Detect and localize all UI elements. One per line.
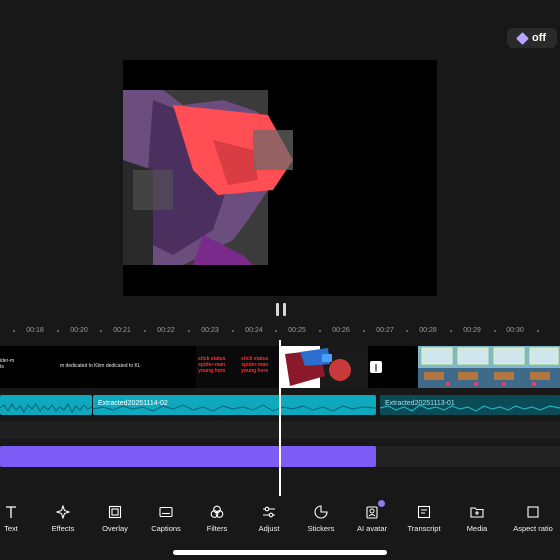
audio-waveform [93,404,376,412]
adjust-icon [263,506,275,518]
ruler-dot [363,330,365,332]
ruler-tick: 00:28 [419,327,437,334]
audio-clip[interactable]: Extracted20251113-01 [380,395,560,415]
video-clip-text[interactable]: ider-m ts m dedicated to Kbm dedicated t… [0,346,196,388]
preview-frame-image [123,90,293,265]
tool-label: Effects [51,524,75,533]
ruler-dot [406,330,408,332]
stickers-icon [314,505,328,519]
tool-stickers[interactable]: Stickers [302,505,340,533]
ruler-tick: 00:18 [26,327,44,334]
tool-adjust[interactable]: Adjust [251,505,287,533]
diamond-icon [516,31,529,45]
ruler-dot [188,330,190,332]
aspect-ratio-icon [527,506,539,518]
transition-icon: | [374,362,378,372]
ruler-tick: 00:27 [376,327,394,334]
clip-red-text: stick status spider-man young hero [198,356,226,374]
ai-avatar-icon [366,506,378,519]
ruler-dot [450,330,452,332]
ruler-dot [57,330,59,332]
playhead[interactable] [279,340,281,496]
video-preview[interactable] [123,60,437,296]
effects-icon [56,505,70,519]
tool-overlay[interactable]: Overlay [96,505,134,533]
bottom-toolbar: Text Effects Overlay Captions Filters Ad… [0,505,560,535]
tool-text[interactable]: Text [0,505,22,533]
ruler-dot [537,330,539,332]
ruler-tick: 00:22 [157,327,175,334]
ruler-tick: 00:23 [201,327,219,334]
ruler-tick: 00:29 [463,327,481,334]
timeline-ruler[interactable]: 00:18 00:20 00:21 00:22 00:23 00:24 00:2… [0,321,560,339]
pro-toggle-label: off [531,32,547,44]
audio-waveform [380,404,560,412]
audio-clip[interactable] [0,395,92,415]
video-clip-red-text[interactable]: stick status spider-man young hero stick… [196,346,368,388]
tool-effects[interactable]: Effects [44,505,82,533]
clip-caption: ider-m ts [0,358,15,370]
ruler-dot [494,330,496,332]
transcript-icon [417,505,431,519]
transition-button[interactable]: | [370,361,382,373]
pause-icon [276,303,279,316]
tool-label: Aspect ratio [513,524,553,533]
tool-label: Overlay [102,524,128,533]
tool-aspect-ratio[interactable]: Aspect ratio [509,505,557,533]
audio-waveform [0,402,92,414]
ruler-dot [275,330,277,332]
media-icon [470,507,484,518]
ruler-dot [319,330,321,332]
tool-filters[interactable]: Filters [199,505,235,533]
tool-label: AI avatar [356,524,387,533]
tool-label: Stickers [307,524,335,533]
home-indicator[interactable] [173,550,387,555]
clip-caption: m dedicated to Kbm dedicated to KL [60,363,141,369]
audio-clip[interactable]: Extracted20251114-02 [93,395,376,415]
ruler-tick: 00:21 [113,327,131,334]
ruler-tick: 00:26 [332,327,350,334]
ruler-dot [144,330,146,332]
tool-transcript[interactable]: Transcript [404,505,444,533]
pause-icon-bar [283,303,286,316]
tool-label: Adjust [258,524,280,533]
tool-label: Captions [151,524,181,533]
ruler-tick: 00:30 [506,327,524,334]
filters-icon [210,505,224,518]
clip-thumbnail [418,346,560,388]
clip-red-text: stick status spider-man young hero [241,356,269,374]
ruler-tick: 00:24 [245,327,263,334]
tool-ai-avatar[interactable]: AI avatar [353,505,391,533]
tool-label: Text [4,524,18,533]
new-feature-dot [378,500,385,507]
purple-overlay-clip[interactable] [0,446,376,467]
ruler-dot [232,330,234,332]
ruler-tick: 00:20 [70,327,88,334]
ruler-dot [100,330,102,332]
tool-label: Filters [206,524,228,533]
video-clip-classroom[interactable] [418,346,560,388]
overlay-icon [108,505,122,519]
text-icon [6,506,16,518]
ruler-dot [13,330,15,332]
ruler-tick: 00:25 [288,327,306,334]
tool-label: Media [466,524,488,533]
tool-media[interactable]: Media [459,505,495,533]
captions-icon [159,506,173,518]
clip-thumbnail [280,346,368,388]
pro-toggle-badge[interactable]: off [507,28,557,48]
pause-button[interactable] [274,303,288,316]
tool-label: Transcript [407,524,441,533]
tool-captions[interactable]: Captions [146,505,186,533]
